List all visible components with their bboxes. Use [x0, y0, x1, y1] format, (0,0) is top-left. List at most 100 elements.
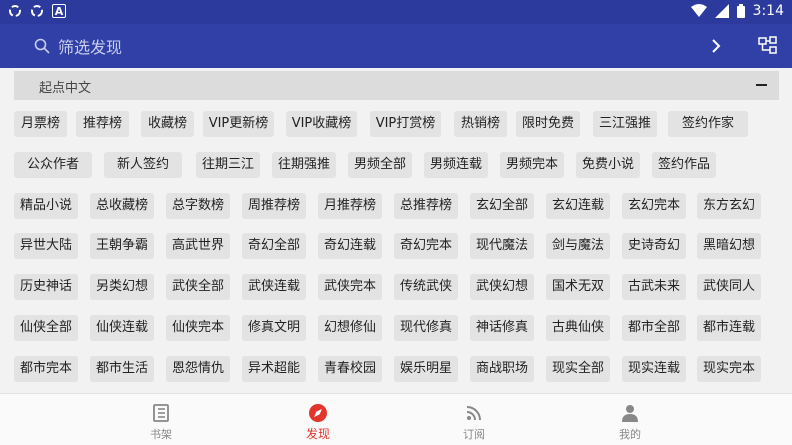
tag-chip[interactable]: 史诗奇幻 [622, 233, 686, 259]
tag-chip[interactable]: 玄幻完本 [622, 193, 686, 219]
tag-chip[interactable]: 新人签约 [104, 152, 182, 178]
tag-chip[interactable]: 签约作品 [652, 152, 716, 178]
source-switch-icon[interactable] [756, 34, 780, 58]
tag-chip[interactable]: 国术无双 [546, 274, 610, 300]
clock: 3:14 [752, 3, 784, 19]
tag-chip[interactable]: 现实完本 [697, 356, 761, 382]
nav-bookshelf[interactable]: 书架 [101, 394, 221, 445]
tag-chip[interactable]: 高武世界 [166, 233, 230, 259]
tag-chip[interactable]: 总推荐榜 [394, 193, 458, 219]
tag-chip[interactable]: 都市完本 [14, 356, 78, 382]
search-placeholder: 筛选发现 [58, 38, 123, 57]
tag-chip[interactable]: 仙侠完本 [166, 315, 230, 341]
tag-chip[interactable]: 周推荐榜 [242, 193, 306, 219]
tag-chip[interactable]: 武侠同人 [697, 274, 761, 300]
tag-chip[interactable]: 武侠连载 [242, 274, 306, 300]
system-status: 3:14 [690, 3, 784, 19]
tag-chip[interactable]: 商战职场 [470, 356, 534, 382]
tag-chip[interactable]: 月推荐榜 [318, 193, 382, 219]
tag-chip[interactable]: 娱乐明星 [394, 356, 458, 382]
tag-chip[interactable]: 热销榜 [454, 111, 507, 137]
tag-chip[interactable]: 都市连载 [697, 315, 761, 341]
search-field[interactable]: 筛选发现 [34, 34, 122, 58]
search-icon [34, 38, 50, 54]
tag-chip[interactable]: 男频全部 [348, 152, 412, 178]
tag-chip[interactable]: 总收藏榜 [90, 193, 154, 219]
tag-chip[interactable]: 历史神话 [14, 274, 78, 300]
chevron-right-icon[interactable] [706, 36, 726, 56]
tag-chip[interactable]: 限时免费 [516, 111, 580, 137]
section-header[interactable]: 起点中文 [14, 71, 779, 100]
tag-chip[interactable]: 武侠全部 [166, 274, 230, 300]
person-icon [622, 405, 638, 422]
tag-chip[interactable]: 恩怨情仇 [166, 356, 230, 382]
nav-profile[interactable]: 我的 [570, 394, 690, 445]
compass-icon [309, 404, 327, 422]
tag-chip[interactable]: 三江强推 [593, 111, 657, 137]
tag-chip[interactable]: 王朝争霸 [90, 233, 154, 259]
tag-chip[interactable]: 神话修真 [470, 315, 534, 341]
nav-discover[interactable]: 发现 [258, 394, 378, 445]
nav-subscribe-label: 订阅 [463, 428, 485, 441]
tag-chip[interactable]: 奇幻连载 [318, 233, 382, 259]
app-notification-icon: A [52, 4, 66, 18]
tag-chip[interactable]: 幻想修仙 [318, 315, 382, 341]
tag-chip[interactable]: 男频连载 [424, 152, 488, 178]
tag-chip[interactable]: 修真文明 [242, 315, 306, 341]
tag-chip[interactable]: 另类幻想 [90, 274, 154, 300]
bookshelf-icon [153, 404, 169, 422]
tag-chip[interactable]: 都市生活 [90, 356, 154, 382]
tag-chip[interactable]: 精品小说 [14, 193, 78, 219]
tag-chip[interactable]: 现代魔法 [470, 233, 534, 259]
notification-icons: A [8, 4, 66, 18]
app-bar: 筛选发现 [0, 24, 792, 68]
tag-chip[interactable]: 仙侠全部 [14, 315, 78, 341]
nav-profile-label: 我的 [619, 428, 641, 441]
tag-chip[interactable]: 往期三江 [196, 152, 260, 178]
signal-icon [714, 4, 729, 18]
tag-chip[interactable]: 古典仙侠 [546, 315, 610, 341]
tag-chip[interactable]: 传统武侠 [394, 274, 458, 300]
tag-chip[interactable]: 推荐榜 [76, 111, 129, 137]
tag-chip[interactable]: 青春校园 [318, 356, 382, 382]
status-bar: A 3:14 [0, 0, 792, 24]
tag-chip[interactable]: 签约作家 [668, 111, 748, 137]
tag-chip[interactable]: VIP打赏榜 [370, 111, 441, 137]
tag-chip[interactable]: 现实连载 [622, 356, 686, 382]
tag-chip[interactable]: 公众作者 [14, 152, 92, 178]
tag-chip[interactable]: 都市全部 [622, 315, 686, 341]
sync-icon [8, 4, 22, 18]
tag-chip[interactable]: 玄幻全部 [470, 193, 534, 219]
tag-chip[interactable]: 奇幻完本 [394, 233, 458, 259]
bottom-navigation: 书架 发现 订阅 我的 [0, 393, 792, 445]
battery-icon [736, 4, 745, 18]
tag-chip[interactable]: 往期强推 [272, 152, 336, 178]
tag-chip[interactable]: 异术超能 [242, 356, 306, 382]
tag-chip[interactable]: 免费小说 [576, 152, 640, 178]
tag-chip[interactable]: 东方玄幻 [697, 193, 761, 219]
tag-chip[interactable]: VIP更新榜 [203, 111, 274, 137]
tag-chip[interactable]: 玄幻连载 [546, 193, 610, 219]
tag-chip[interactable]: 武侠幻想 [470, 274, 534, 300]
tag-chip[interactable]: 月票榜 [14, 111, 67, 137]
nav-bookshelf-label: 书架 [150, 428, 172, 441]
tag-chip[interactable]: 总字数榜 [166, 193, 230, 219]
rss-icon [466, 406, 481, 421]
tag-chip[interactable]: 现实全部 [546, 356, 610, 382]
tag-chip[interactable]: 古武未来 [622, 274, 686, 300]
tag-chip[interactable]: 收藏榜 [141, 111, 194, 137]
tag-chip[interactable]: 异世大陆 [14, 233, 78, 259]
tag-chip[interactable]: VIP收藏榜 [286, 111, 357, 137]
tag-chip[interactable]: 剑与魔法 [546, 233, 610, 259]
wifi-icon [690, 4, 707, 17]
tag-chip[interactable]: 奇幻全部 [242, 233, 306, 259]
nav-subscribe[interactable]: 订阅 [414, 394, 534, 445]
collapse-icon[interactable] [756, 84, 767, 86]
tag-chip[interactable]: 黑暗幻想 [697, 233, 761, 259]
tag-chip[interactable]: 现代修真 [394, 315, 458, 341]
tag-chip[interactable]: 仙侠连载 [90, 315, 154, 341]
tag-chip[interactable]: 武侠完本 [318, 274, 382, 300]
tag-chip[interactable]: 男频完本 [500, 152, 564, 178]
nav-discover-label: 发现 [305, 427, 330, 441]
sync-icon-2 [30, 4, 44, 18]
